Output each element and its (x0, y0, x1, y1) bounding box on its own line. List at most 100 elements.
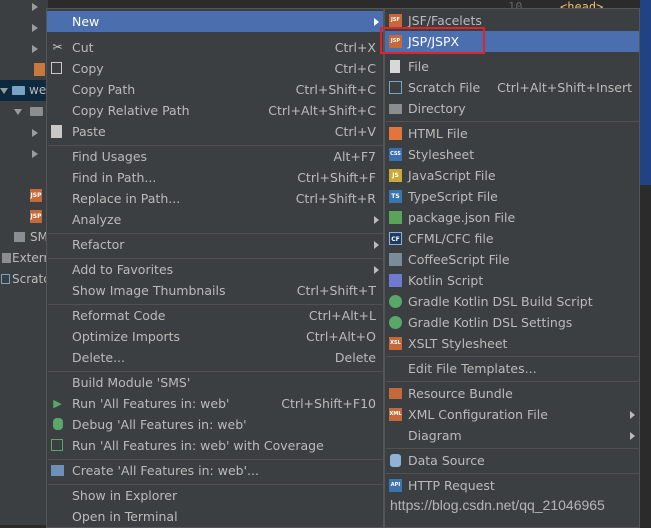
tree-item[interactable] (0, 59, 48, 80)
collapse-arrow-icon[interactable] (0, 88, 8, 94)
tree-item[interactable] (0, 122, 48, 143)
new-http-request[interactable]: API HTTP Request (385, 475, 639, 496)
new-diagram[interactable]: Diagram (385, 425, 639, 446)
menu-item-optimize-imports[interactable]: Optimize Imports Ctrl+Alt+O (47, 326, 383, 347)
tree-item[interactable] (0, 38, 48, 59)
menu-item-run-all-features[interactable]: ▶ Run 'All Features in: web' Ctrl+Shift+… (47, 393, 383, 414)
collapse-arrow-icon[interactable] (14, 109, 22, 115)
menu-item-delete[interactable]: Delete... Delete (47, 347, 383, 368)
tree-item-jsp-file[interactable]: JSP (0, 185, 48, 206)
menu-item-reformat-code[interactable]: Reformat Code Ctrl+Alt+L (47, 305, 383, 326)
menu-item-copy-path[interactable]: Copy Path Ctrl+Shift+C (47, 79, 383, 100)
menu-item-create-all-features[interactable]: Create 'All Features in: web'... (47, 460, 383, 481)
new-file[interactable]: File (385, 56, 639, 77)
menu-separator (386, 121, 640, 122)
html-file-icon (389, 127, 402, 140)
run-config-icon (51, 465, 64, 476)
tree-item-external-libraries[interactable]: Extern (0, 248, 48, 269)
menu-separator (386, 356, 640, 357)
expand-arrow-icon[interactable] (32, 3, 38, 11)
new-package-json-file[interactable]: package.json File (385, 207, 639, 228)
new-gradle-kotlin-settings[interactable]: Gradle Kotlin DSL Settings (385, 312, 639, 333)
tree-item-scratches[interactable]: Scratc (0, 269, 48, 290)
gradle-icon (389, 316, 402, 329)
menu-item-cut[interactable]: ✂ Cut Ctrl+X (47, 37, 383, 58)
menu-item-build-module[interactable]: Build Module 'SMS' (47, 372, 383, 393)
web-folder-icon (12, 86, 25, 95)
menu-item-replace-in-path[interactable]: Replace in Path... Ctrl+Shift+R (47, 188, 383, 209)
copy-icon (51, 62, 62, 74)
new-typescript-file[interactable]: TS TypeScript File (385, 186, 639, 207)
submenu-arrow-icon (374, 266, 379, 274)
coffeescript-file-icon (389, 253, 402, 266)
tree-item[interactable] (0, 17, 48, 38)
tree-item-web[interactable]: we (0, 80, 48, 101)
new-html-file[interactable]: HTML File (385, 123, 639, 144)
kotlin-icon (389, 274, 402, 287)
tree-item-jsp-file[interactable]: JSP (0, 206, 48, 227)
expand-arrow-icon[interactable] (32, 129, 38, 137)
new-directory[interactable]: Directory (385, 98, 639, 119)
tree-item[interactable] (0, 101, 48, 122)
module-icon (14, 232, 25, 242)
expand-arrow-icon[interactable] (32, 150, 38, 158)
scratch-file-icon (389, 81, 402, 94)
api-file-icon: API (389, 479, 402, 492)
menu-item-copy-relative-path[interactable]: Copy Relative Path Ctrl+Alt+Shift+C (47, 100, 383, 121)
tree-item[interactable] (0, 143, 48, 164)
menu-item-show-in-explorer[interactable]: Show in Explorer (47, 485, 383, 506)
menu-item-add-to-favorites[interactable]: Add to Favorites (47, 259, 383, 280)
library-icon (2, 253, 11, 263)
file-icon (34, 63, 45, 76)
new-coffeescript-file[interactable]: CoffeeScript File (385, 249, 639, 270)
menu-item-find-in-path[interactable]: Find in Path... Ctrl+Shift+F (47, 167, 383, 188)
xslt-file-icon: XSL (389, 337, 402, 350)
menu-item-copy[interactable]: Copy Ctrl+C (47, 58, 383, 79)
editor-selection (640, 0, 651, 185)
new-submenu: JSF JSF/Facelets JSP JSP/JSPX File Scrat… (384, 8, 640, 528)
menu-item-open-in-terminal[interactable]: Open in Terminal (47, 506, 383, 527)
jsp-file-icon: JSP (30, 210, 42, 223)
folder-icon (389, 104, 402, 114)
submenu-arrow-icon (374, 241, 379, 249)
tree-item-servlet[interactable]: servlet (0, 0, 48, 17)
gradle-icon (389, 295, 402, 308)
npm-package-icon (389, 211, 402, 224)
submenu-arrow-icon (374, 18, 379, 26)
paste-icon (51, 125, 62, 138)
menu-item-analyze[interactable]: Analyze (47, 209, 383, 230)
new-kotlin-script[interactable]: Kotlin Script (385, 270, 639, 291)
new-data-source[interactable]: Data Source (385, 450, 639, 471)
new-xml-configuration-file[interactable]: XML XML Configuration File (385, 404, 639, 425)
menu-item-paste[interactable]: Paste Ctrl+V (47, 121, 383, 142)
menu-item-refactor[interactable]: Refactor (47, 234, 383, 255)
menu-item-run-with-coverage[interactable]: Run 'All Features in: web' with Coverage (47, 435, 383, 456)
submenu-arrow-icon (630, 432, 635, 440)
coverage-icon (51, 439, 63, 451)
menu-item-find-usages[interactable]: Find Usages Alt+F7 (47, 146, 383, 167)
resource-bundle-icon (389, 388, 402, 399)
menu-item-debug-all-features[interactable]: Debug 'All Features in: web' (47, 414, 383, 435)
project-tree: servlet we JSP JSP SM Extern Scratc (0, 0, 48, 525)
tree-item-sms[interactable]: SM (0, 227, 48, 248)
scratch-icon (1, 274, 10, 284)
menu-item-new[interactable]: New (47, 11, 383, 32)
jsf-file-icon: JSF (389, 14, 402, 27)
xml-file-icon: XML (389, 408, 402, 421)
submenu-arrow-icon (374, 216, 379, 224)
expand-arrow-icon[interactable] (32, 24, 38, 32)
expand-arrow-icon[interactable] (32, 45, 38, 53)
new-scratch-file[interactable]: Scratch File Ctrl+Alt+Shift+Insert (385, 77, 639, 98)
new-gradle-kotlin-build-script[interactable]: Gradle Kotlin DSL Build Script (385, 291, 639, 312)
new-stylesheet[interactable]: CSS Stylesheet (385, 144, 639, 165)
new-xslt-stylesheet[interactable]: XSL XSLT Stylesheet (385, 333, 639, 354)
new-edit-file-templates[interactable]: Edit File Templates... (385, 358, 639, 379)
annotation-highlight-box (380, 27, 485, 54)
new-resource-bundle[interactable]: Resource Bundle (385, 383, 639, 404)
new-cfml-cfc-file[interactable]: CF CFML/CFC file (385, 228, 639, 249)
css-file-icon: CSS (389, 148, 402, 161)
menu-item-show-image-thumbnails[interactable]: Show Image Thumbnails Ctrl+Shift+T (47, 280, 383, 301)
folder-icon (30, 107, 43, 116)
new-javascript-file[interactable]: JS JavaScript File (385, 165, 639, 186)
menu-separator (386, 381, 640, 382)
